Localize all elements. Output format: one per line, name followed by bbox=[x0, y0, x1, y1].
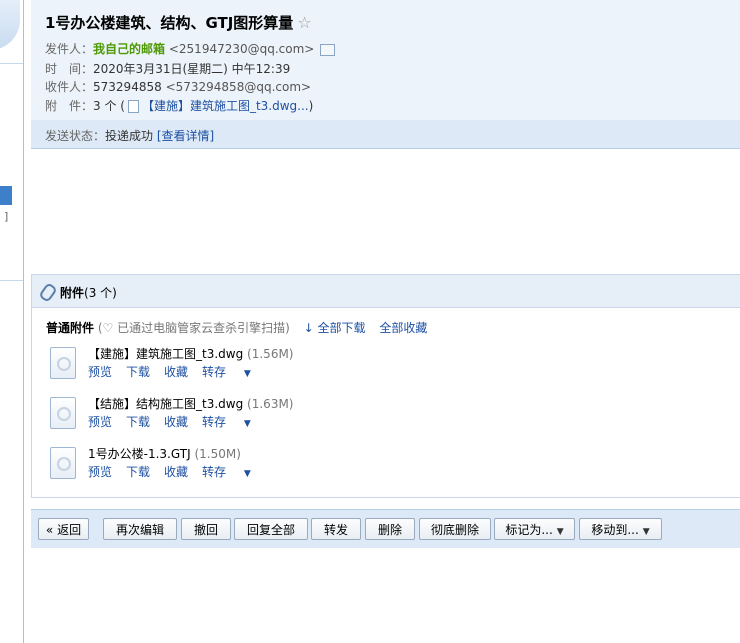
download-link[interactable]: 下载 bbox=[126, 465, 150, 479]
attachment-summary-link[interactable]: 【建施】建筑施工图_t3.dwg... bbox=[142, 99, 309, 113]
reply-all-button[interactable]: 回复全部 bbox=[234, 518, 308, 540]
attachments-header: 附件(3 个) bbox=[32, 275, 740, 308]
sender-address: <251947230@qq.com> bbox=[168, 42, 315, 56]
attachment-item: 【建施】建筑施工图_t3.dwg (1.56M) 预览 下载 收藏 转存 ▼ bbox=[50, 345, 650, 385]
download-all-link[interactable]: ↓ 全部下载 bbox=[304, 321, 366, 335]
normal-attachments-label: 普通附件 bbox=[46, 321, 95, 335]
dropdown-caret-icon: ▼ bbox=[243, 469, 251, 479]
attachment-file-icon[interactable] bbox=[50, 347, 76, 379]
mail-subject: 1号办公楼建筑、结构、GTJ图形算量 ☆ bbox=[45, 13, 312, 32]
download-arrow-icon: ↓ bbox=[303, 321, 314, 335]
save-to-link[interactable]: 转存 ▼ bbox=[202, 465, 265, 479]
delete-button[interactable]: 删除 bbox=[365, 518, 415, 540]
recipient-row: 收件人：573294858 <573294858@qq.com> bbox=[45, 80, 312, 94]
preview-link[interactable]: 预览 bbox=[88, 365, 112, 379]
preview-link[interactable]: 预览 bbox=[88, 415, 112, 429]
star-icon[interactable]: ☆ bbox=[297, 13, 311, 32]
download-link[interactable]: 下载 bbox=[126, 415, 150, 429]
attachment-actions: 预览 下载 收藏 转存 ▼ bbox=[88, 363, 279, 380]
dropdown-caret-icon: ▼ bbox=[556, 527, 564, 537]
favorite-link[interactable]: 收藏 bbox=[164, 415, 188, 429]
recipient-name[interactable]: 573294858 bbox=[93, 80, 162, 94]
download-link[interactable]: 下载 bbox=[126, 365, 150, 379]
save-to-link[interactable]: 转存 ▼ bbox=[202, 415, 265, 429]
view-details-link[interactable]: [查看详情] bbox=[157, 129, 214, 143]
vcard-icon[interactable] bbox=[320, 43, 336, 56]
attachment-name[interactable]: 【建施】建筑施工图_t3.dwg bbox=[88, 347, 243, 361]
favorite-link[interactable]: 收藏 bbox=[164, 465, 188, 479]
mail-header: 1号办公楼建筑、结构、GTJ图形算量 ☆ 发件人：我自己的邮箱 <25194723… bbox=[31, 0, 740, 149]
save-to-link[interactable]: 转存 ▼ bbox=[202, 365, 265, 379]
left-sidebar-strip: ] bbox=[0, 0, 24, 643]
recall-button[interactable]: 撤回 bbox=[181, 518, 231, 540]
attachment-file-icon bbox=[127, 100, 139, 113]
move-to-dropdown[interactable]: 移动到... ▼ bbox=[579, 518, 662, 540]
attachments-title: 附件(3 个) bbox=[60, 286, 117, 300]
save-all-link[interactable]: 全部收藏 bbox=[379, 321, 427, 335]
sender-name[interactable]: 我自己的邮箱 bbox=[93, 42, 165, 56]
virus-scan-note: (♡ 已通过电脑管家云查杀引擎扫描) bbox=[97, 321, 290, 335]
time-row: 时 间：2020年3月31日(星期二) 中午12:39 bbox=[45, 62, 291, 76]
dropdown-caret-icon: ▼ bbox=[243, 369, 251, 379]
attachments-toolbar: 普通附件 (♡ 已通过电脑管家云查杀引擎扫描) ↓ 全部下载 全部收藏 bbox=[46, 319, 427, 336]
delete-permanently-button[interactable]: 彻底删除 bbox=[419, 518, 491, 540]
sidebar-divider bbox=[0, 63, 23, 64]
sidebar-partial-text: ] bbox=[4, 210, 9, 223]
mark-as-dropdown[interactable]: 标记为... ▼ bbox=[494, 518, 575, 540]
preview-link[interactable]: 预览 bbox=[88, 465, 112, 479]
attachment-item: 1号办公楼-1.3.GTJ (1.50M) 预览 下载 收藏 转存 ▼ bbox=[50, 445, 650, 485]
favorite-link[interactable]: 收藏 bbox=[164, 365, 188, 379]
attachment-name[interactable]: 【结施】结构施工图_t3.dwg bbox=[88, 397, 243, 411]
dropdown-caret-icon: ▼ bbox=[243, 419, 251, 429]
dropdown-caret-icon: ▼ bbox=[642, 527, 650, 537]
attachment-actions: 预览 下载 收藏 转存 ▼ bbox=[88, 463, 279, 480]
mail-action-toolbar: « 返回 再次编辑 撤回 回复全部 转发 删除 彻底删除 标记为... ▼ 移动到… bbox=[31, 509, 740, 548]
sidebar-top-decoration bbox=[0, 0, 20, 50]
attachment-actions: 预览 下载 收藏 转存 ▼ bbox=[88, 413, 279, 430]
delivery-status-bar: 发送状态：投递成功 [查看详情] bbox=[31, 120, 740, 148]
back-button[interactable]: « 返回 bbox=[38, 518, 89, 540]
mail-read-pane: 1号办公楼建筑、结构、GTJ图形算量 ☆ 发件人：我自己的邮箱 <25194723… bbox=[31, 0, 740, 548]
send-time: 2020年3月31日(星期二) 中午12:39 bbox=[93, 62, 291, 76]
edit-again-button[interactable]: 再次编辑 bbox=[103, 518, 177, 540]
attachments-panel: 附件(3 个) 普通附件 (♡ 已通过电脑管家云查杀引擎扫描) ↓ 全部下载 全… bbox=[31, 274, 740, 498]
forward-button[interactable]: 转发 bbox=[311, 518, 361, 540]
attachment-summary-row: 附 件：3 个 (【建施】建筑施工图_t3.dwg...) bbox=[45, 99, 314, 113]
attachment-name[interactable]: 1号办公楼-1.3.GTJ bbox=[88, 447, 191, 461]
recipient-address: <573294858@qq.com> bbox=[165, 80, 312, 94]
sender-row: 发件人：我自己的邮箱 <251947230@qq.com> bbox=[45, 40, 336, 57]
attachment-item: 【结施】结构施工图_t3.dwg (1.63M) 预览 下载 收藏 转存 ▼ bbox=[50, 395, 650, 435]
delivery-status: 投递成功 bbox=[105, 129, 154, 143]
attachment-file-icon[interactable] bbox=[50, 447, 76, 479]
sidebar-divider bbox=[0, 280, 23, 281]
paperclip-icon bbox=[38, 282, 58, 303]
attachment-file-icon[interactable] bbox=[50, 397, 76, 429]
sidebar-selected-item[interactable] bbox=[0, 186, 12, 205]
